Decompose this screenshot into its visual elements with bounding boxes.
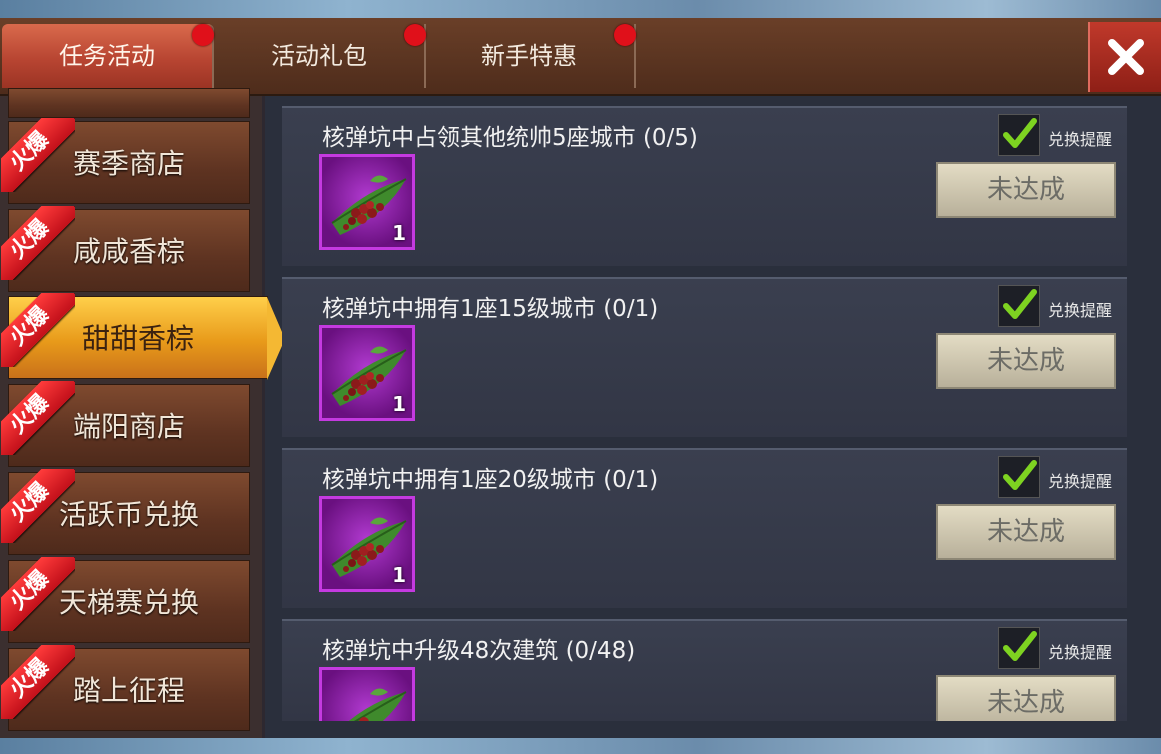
close-icon <box>1108 39 1144 75</box>
reward-quantity: 1 <box>392 221 406 245</box>
notification-dot <box>404 24 426 46</box>
remind-checkbox[interactable] <box>998 627 1040 669</box>
zongzi-reward-icon <box>348 688 407 721</box>
close-button[interactable] <box>1088 22 1161 92</box>
bottom-frame <box>0 738 1161 754</box>
tab-label: 活动礼包 <box>271 42 367 70</box>
reward-quantity: 1 <box>392 392 406 416</box>
tab-label: 新手特惠 <box>481 42 577 70</box>
reward-item[interactable]: 1 <box>319 154 415 250</box>
task-title: 核弹坑中拥有1座15级城市 (0/1) <box>322 296 659 322</box>
task-row: 核弹坑中拥有1座15级城市 (0/1) 1 兑换提醒 未达成 <box>282 277 1127 437</box>
remind-label: 兑换提醒 <box>1048 472 1113 491</box>
remind-label: 兑换提醒 <box>1048 301 1113 320</box>
sidebar-item-label: 甜甜香棕 <box>81 322 194 355</box>
top-frame <box>0 0 1161 18</box>
checkmark-icon <box>1003 631 1037 661</box>
sidebar-item-season-shop[interactable]: 赛季商店 火爆 <box>1 118 250 204</box>
sidebar-item-label: 踏上征程 <box>72 674 185 707</box>
task-title: 核弹坑中占领其他统帅5座城市 (0/5) <box>322 125 698 151</box>
sidebar-item-partial <box>8 88 250 118</box>
sidebar: 赛季商店 火爆 咸咸香棕 火爆 甜甜香棕 火爆 端阳商店 火爆 活跃币兑换 火爆… <box>0 88 285 738</box>
sidebar-item-embark-journey[interactable]: 踏上征程 火爆 <box>1 645 250 731</box>
notification-dot <box>614 24 636 46</box>
reward-item[interactable]: 1 <box>319 496 415 592</box>
task-title: 核弹坑中升级48次建筑 (0/48) <box>322 638 636 664</box>
task-row: 核弹坑中占领其他统帅5座城市 (0/5) 1 兑换提醒 未达成 <box>282 106 1127 266</box>
status-button[interactable]: 未达成 <box>936 333 1116 389</box>
remind-label: 兑换提醒 <box>1048 643 1113 662</box>
sidebar-item-salty-zongzi[interactable]: 咸咸香棕 火爆 <box>1 206 250 292</box>
task-title: 核弹坑中拥有1座20级城市 (0/1) <box>322 467 659 493</box>
checkmark-icon <box>1003 460 1037 490</box>
sidebar-item-sweet-zongzi[interactable]: 甜甜香棕 火爆 <box>1 293 285 380</box>
status-button[interactable]: 未达成 <box>936 675 1116 721</box>
task-row: 核弹坑中拥有1座20级城市 (0/1) 1 兑换提醒 未达成 <box>282 448 1127 608</box>
sidebar-item-label: 咸咸香棕 <box>72 235 185 268</box>
reward-item[interactable]: 1 <box>319 325 415 421</box>
task-row: 核弹坑中升级48次建筑 (0/48) 兑换提醒 未达成 <box>282 619 1127 721</box>
remind-checkbox[interactable] <box>998 285 1040 327</box>
sidebar-item-label: 赛季商店 <box>72 147 185 180</box>
tab-bar: 任务活动 活动礼包 新手特惠 <box>0 18 1161 96</box>
checkmark-icon <box>1003 118 1037 148</box>
tab-task-activity[interactable]: 任务活动 <box>2 24 214 88</box>
sidebar-item-label: 天梯赛兑换 <box>58 586 199 619</box>
sidebar-item-label: 端阳商店 <box>72 410 185 443</box>
notification-dot <box>192 24 214 46</box>
status-button[interactable]: 未达成 <box>936 162 1116 218</box>
checkmark-icon <box>1003 289 1037 319</box>
tab-activity-gift[interactable]: 活动礼包 <box>214 24 426 88</box>
remind-checkbox[interactable] <box>998 456 1040 498</box>
sidebar-item-ladder-exchange[interactable]: 天梯赛兑换 火爆 <box>1 557 250 643</box>
tab-newbie-offer[interactable]: 新手特惠 <box>424 24 636 88</box>
tab-label: 任务活动 <box>59 42 155 70</box>
sidebar-item-active-coin-exchange[interactable]: 活跃币兑换 火爆 <box>1 469 250 555</box>
remind-checkbox[interactable] <box>998 114 1040 156</box>
remind-label: 兑换提醒 <box>1048 130 1113 149</box>
reward-quantity: 1 <box>392 563 406 587</box>
sidebar-item-label: 活跃币兑换 <box>58 498 199 531</box>
sidebar-item-duanyang-shop[interactable]: 端阳商店 火爆 <box>1 381 250 467</box>
reward-item[interactable] <box>319 667 415 721</box>
status-button[interactable]: 未达成 <box>936 504 1116 560</box>
